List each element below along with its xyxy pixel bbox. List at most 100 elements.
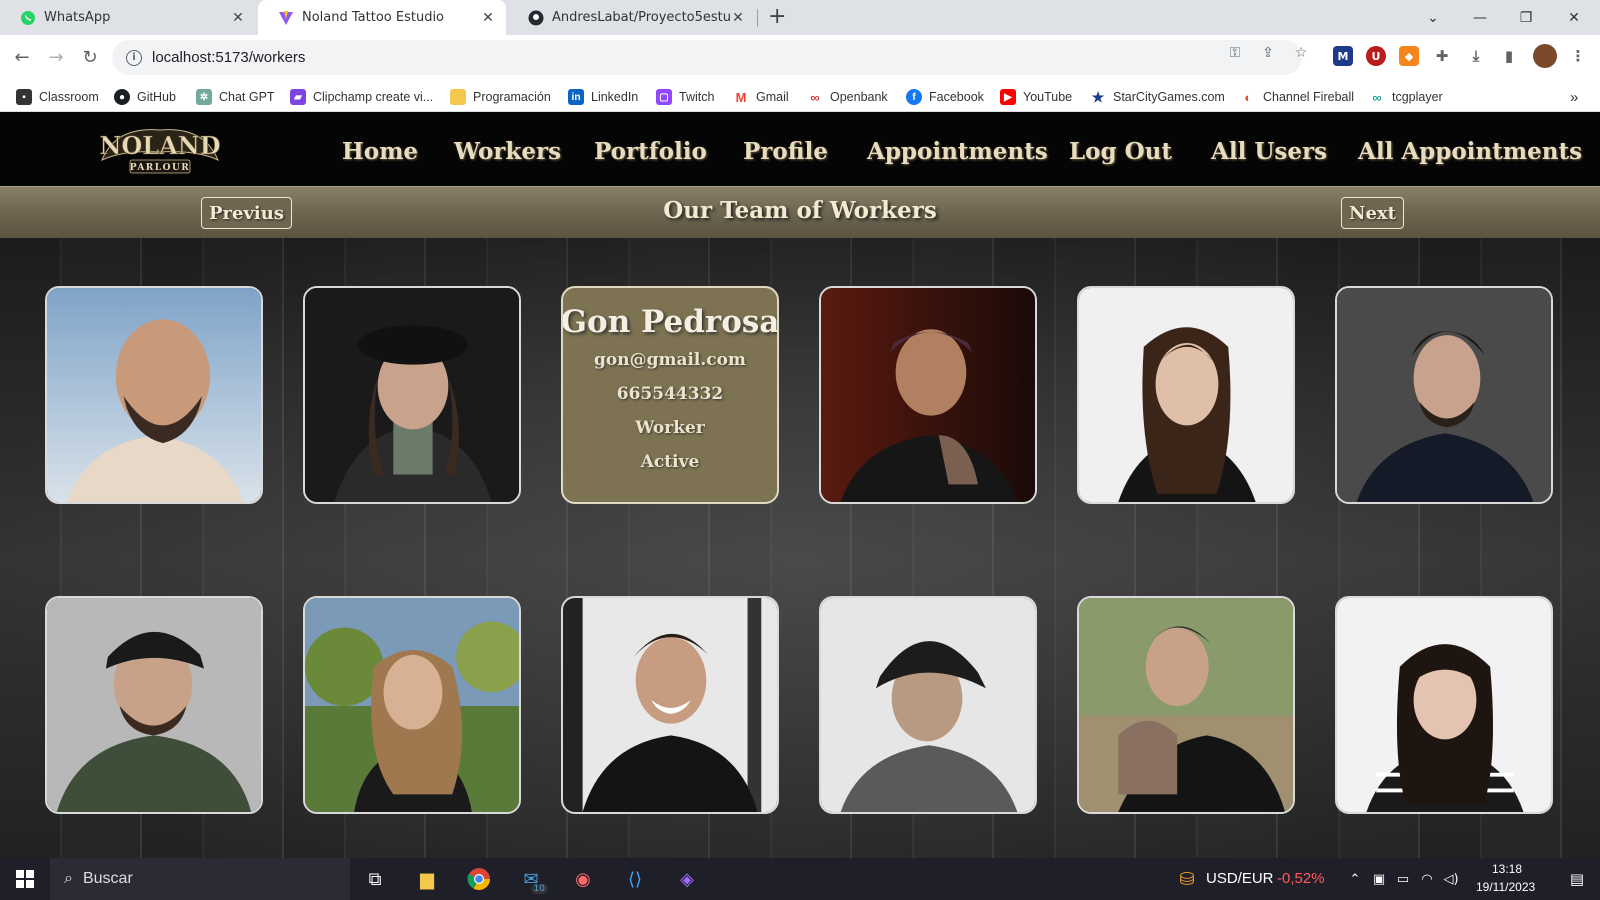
close-tab-icon[interactable]: ✕ <box>230 10 246 26</box>
nav-all-users[interactable]: All Users <box>1211 138 1327 165</box>
worker-photo <box>1337 598 1551 812</box>
whatsapp-icon <box>20 10 36 26</box>
nav-workers[interactable]: Workers <box>454 138 561 165</box>
vscode-icon[interactable]: ⟨⟩ <box>620 864 650 894</box>
worker-email: gon@gmail.com <box>594 350 746 370</box>
bookmark-github[interactable]: ● GitHub <box>114 88 176 106</box>
task-view-icon[interactable]: ⧉ <box>360 864 390 894</box>
star-icon: ★ <box>1090 88 1106 105</box>
menu-dots-icon[interactable]: ⋮ <box>1568 46 1588 66</box>
tab-noland[interactable]: Noland Tattoo Estudio ✕ <box>258 0 506 35</box>
facebook-icon: f <box>906 89 922 105</box>
worker-photo <box>47 288 261 502</box>
restore-icon[interactable]: ❐ <box>1503 0 1549 35</box>
clipchamp-icon: ▰ <box>290 89 306 105</box>
profile-avatar[interactable] <box>1533 44 1557 68</box>
worker-status: Active <box>640 452 700 472</box>
reload-icon[interactable]: ↻ <box>78 45 102 69</box>
chrome-icon[interactable] <box>464 864 494 894</box>
file-explorer-icon[interactable]: ▆ <box>412 864 442 894</box>
bookmark-gmail[interactable]: M Gmail <box>733 88 789 106</box>
key-icon[interactable]: ⚿ <box>1226 44 1244 62</box>
close-tab-icon[interactable]: ✕ <box>480 10 496 26</box>
nav-appointments[interactable]: Appointments <box>867 138 1048 165</box>
star-icon[interactable]: ☆ <box>1292 44 1310 62</box>
close-tab-icon[interactable]: ✕ <box>730 10 746 26</box>
worker-card[interactable] <box>819 286 1037 504</box>
worker-detail-card[interactable]: Gon Pedrosa gon@gmail.com 665544332 Work… <box>561 286 779 504</box>
bookmark-twitch[interactable]: ▢ Twitch <box>656 88 714 106</box>
worker-photo <box>563 598 777 812</box>
worker-card[interactable] <box>45 596 263 814</box>
taskbar-search-box[interactable]: ⌕ Buscar <box>50 858 350 900</box>
worker-photo <box>47 598 261 812</box>
worker-photo <box>1337 288 1551 502</box>
bookmark-openbank[interactable]: ∞ Openbank <box>807 88 888 106</box>
tab-title: WhatsApp <box>44 10 111 25</box>
minimize-icon[interactable]: — <box>1457 0 1503 35</box>
bookmark-chatgpt[interactable]: ✲ Chat GPT <box>196 88 275 106</box>
bookmark-facebook[interactable]: f Facebook <box>906 88 984 106</box>
back-icon[interactable]: ← <box>10 45 34 69</box>
metamask-icon[interactable]: ◆ <box>1399 46 1419 66</box>
bookmarks-overflow-icon[interactable]: » <box>1570 88 1578 106</box>
worker-card[interactable] <box>303 596 521 814</box>
worker-photo <box>821 288 1035 502</box>
nav-profile[interactable]: Profile <box>743 138 828 165</box>
worker-name: Gon Pedrosa <box>561 304 779 340</box>
bookmarks-bar: ▪ Classroom ● GitHub ✲ Chat GPT ▰ Clipchamp … <box>0 82 1600 112</box>
browser-toolbar: ← → ↻ i localhost:5173/workers ⚿ ⇪ ☆ <box>0 35 1600 82</box>
worker-card[interactable] <box>1077 596 1295 814</box>
extension-m-icon[interactable]: M <box>1333 46 1353 66</box>
forward-icon[interactable]: → <box>44 45 68 69</box>
download-icon[interactable]: ⤓ <box>1466 46 1486 66</box>
bookmark-linkedin[interactable]: in LinkedIn <box>568 88 638 106</box>
app-icon[interactable]: ◉ <box>568 864 598 894</box>
address-bar[interactable]: i localhost:5173/workers <box>112 40 1302 75</box>
clock-date[interactable]: 19/11/2023 <box>1476 880 1535 894</box>
noland-logo[interactable]: NOLAND PARLOUR <box>96 120 224 178</box>
tab-separator <box>757 9 758 27</box>
tab-whatsapp[interactable]: WhatsApp ✕ <box>0 0 256 35</box>
ticker-label[interactable]: USD/EUR <box>1206 870 1274 887</box>
nav-home[interactable]: Home <box>342 138 418 165</box>
tab-search-icon[interactable]: ⌄ <box>1410 0 1456 35</box>
side-panel-icon[interactable]: ▮ <box>1499 46 1519 66</box>
ublock-icon[interactable]: U <box>1366 46 1386 66</box>
extensions-puzzle-icon[interactable]: ✚ <box>1432 46 1452 66</box>
openbank-icon: ∞ <box>807 89 823 105</box>
clock-time[interactable]: 13:18 <box>1492 862 1522 876</box>
bookmark-programacion[interactable]: Programación <box>450 88 551 106</box>
windows-start-icon[interactable] <box>10 864 40 894</box>
bookmark-classroom[interactable]: ▪ Classroom <box>16 88 99 106</box>
linkedin-icon: in <box>568 89 584 105</box>
site-info-icon[interactable]: i <box>126 49 142 66</box>
worker-card[interactable] <box>1335 286 1553 504</box>
worker-card[interactable] <box>303 286 521 504</box>
twitch-icon: ▢ <box>656 89 672 105</box>
close-window-icon[interactable]: ✕ <box>1551 0 1597 35</box>
bookmark-youtube[interactable]: ▶ YouTube <box>1000 88 1072 106</box>
worker-card[interactable] <box>1335 596 1553 814</box>
next-button[interactable]: Next <box>1341 197 1404 229</box>
notifications-icon[interactable]: ▤ <box>1562 864 1592 894</box>
bookmark-channel-fireball[interactable]: ◐ Channel Fireball <box>1240 88 1354 106</box>
nav-logout[interactable]: Log Out <box>1069 138 1172 165</box>
share-icon[interactable]: ⇪ <box>1259 44 1277 62</box>
worker-card[interactable] <box>561 596 779 814</box>
bookmark-clipchamp[interactable]: ▰ Clipchamp create vi... <box>290 88 433 106</box>
mail-icon[interactable]: ✉ 10 <box>516 864 548 894</box>
worker-card[interactable] <box>1077 286 1295 504</box>
tab-title: Noland Tattoo Estudio <box>302 10 445 25</box>
worker-card[interactable] <box>45 286 263 504</box>
nav-all-appointments[interactable]: All Appointments <box>1358 138 1582 165</box>
volume-icon[interactable]: ◁) <box>1436 864 1466 894</box>
worker-card[interactable] <box>819 596 1037 814</box>
tab-github[interactable]: AndresLabat/Proyecto5estudioD ✕ <box>508 0 756 35</box>
nav-portfolio[interactable]: Portfolio <box>594 138 707 165</box>
worker-role: Worker <box>635 418 705 438</box>
discord-icon[interactable]: ◈ <box>672 864 702 894</box>
bookmark-tcgplayer[interactable]: ∞ tcgplayer <box>1369 88 1443 106</box>
bookmark-starcitygames[interactable]: ★ StarCityGames.com <box>1090 88 1225 106</box>
new-tab-icon[interactable]: + <box>768 4 786 29</box>
